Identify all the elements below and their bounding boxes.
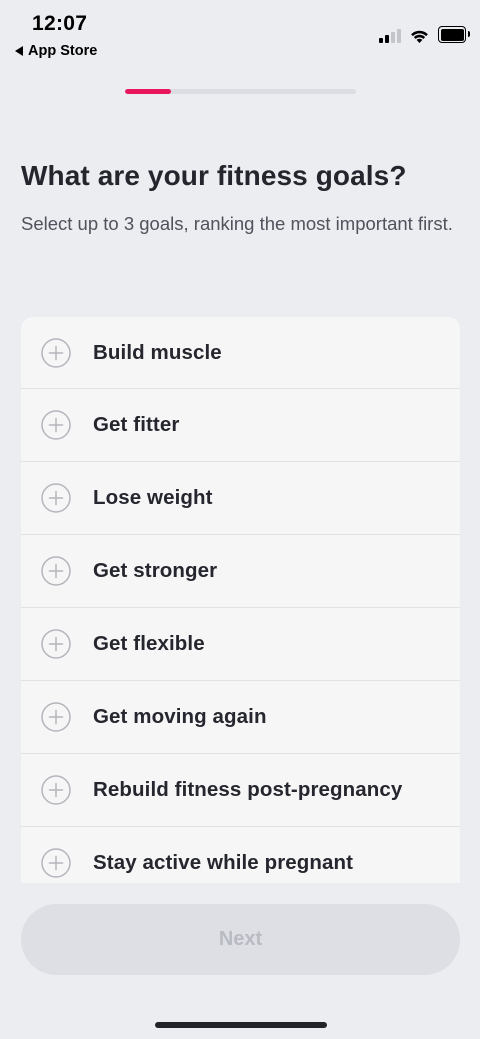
goal-label: Get stronger: [93, 559, 218, 582]
plus-circle-icon: [41, 556, 71, 586]
goal-option[interactable]: Get stronger: [21, 535, 460, 608]
back-triangle-icon: [15, 46, 23, 56]
plus-circle-icon: [41, 775, 71, 805]
onboarding-progress-bar: [125, 89, 356, 94]
goal-label: Build muscle: [93, 340, 222, 364]
plus-circle-icon: [41, 629, 71, 659]
back-to-app-store-link[interactable]: App Store: [15, 43, 97, 59]
goal-option[interactable]: Rebuild fitness post-pregnancy: [21, 754, 460, 827]
cellular-signal-icon: [379, 29, 401, 43]
bottom-bar: Next: [0, 883, 480, 1039]
progress-fill: [125, 89, 172, 94]
plus-circle-icon: [41, 848, 71, 878]
goal-option[interactable]: Stay active while pregnant: [21, 827, 460, 883]
goal-option[interactable]: Lose weight: [21, 462, 460, 535]
status-time: 12:07: [32, 12, 88, 35]
goal-option[interactable]: Get flexible: [21, 608, 460, 681]
wifi-icon: [411, 30, 428, 43]
goal-label: Get fitter: [93, 413, 180, 436]
plus-circle-icon: [41, 702, 71, 732]
home-indicator[interactable]: [155, 1022, 327, 1028]
goal-label: Stay active while pregnant: [93, 851, 354, 874]
goal-label: Rebuild fitness post-pregnancy: [93, 778, 403, 801]
plus-circle-icon: [41, 483, 71, 513]
goal-label: Lose weight: [93, 486, 213, 509]
page-subtitle: Select up to 3 goals, ranking the most i…: [21, 213, 453, 234]
status-bar: 12:07 App Store: [0, 0, 480, 70]
goal-option[interactable]: Get moving again: [21, 681, 460, 754]
battery-icon: [438, 26, 470, 43]
back-app-label: App Store: [28, 43, 98, 59]
goals-list: Build muscle Get fitter Lose weight Get str…: [21, 317, 460, 883]
plus-circle-icon: [41, 410, 71, 440]
page-title: What are your fitness goals?: [21, 160, 407, 191]
goal-option[interactable]: Get fitter: [21, 389, 460, 462]
status-indicators: [379, 26, 470, 43]
goal-option[interactable]: Build muscle: [21, 317, 460, 389]
goal-label: Get moving again: [93, 705, 267, 728]
goal-label: Get flexible: [93, 632, 205, 655]
plus-circle-icon: [41, 337, 71, 368]
next-button[interactable]: Next: [21, 904, 460, 975]
